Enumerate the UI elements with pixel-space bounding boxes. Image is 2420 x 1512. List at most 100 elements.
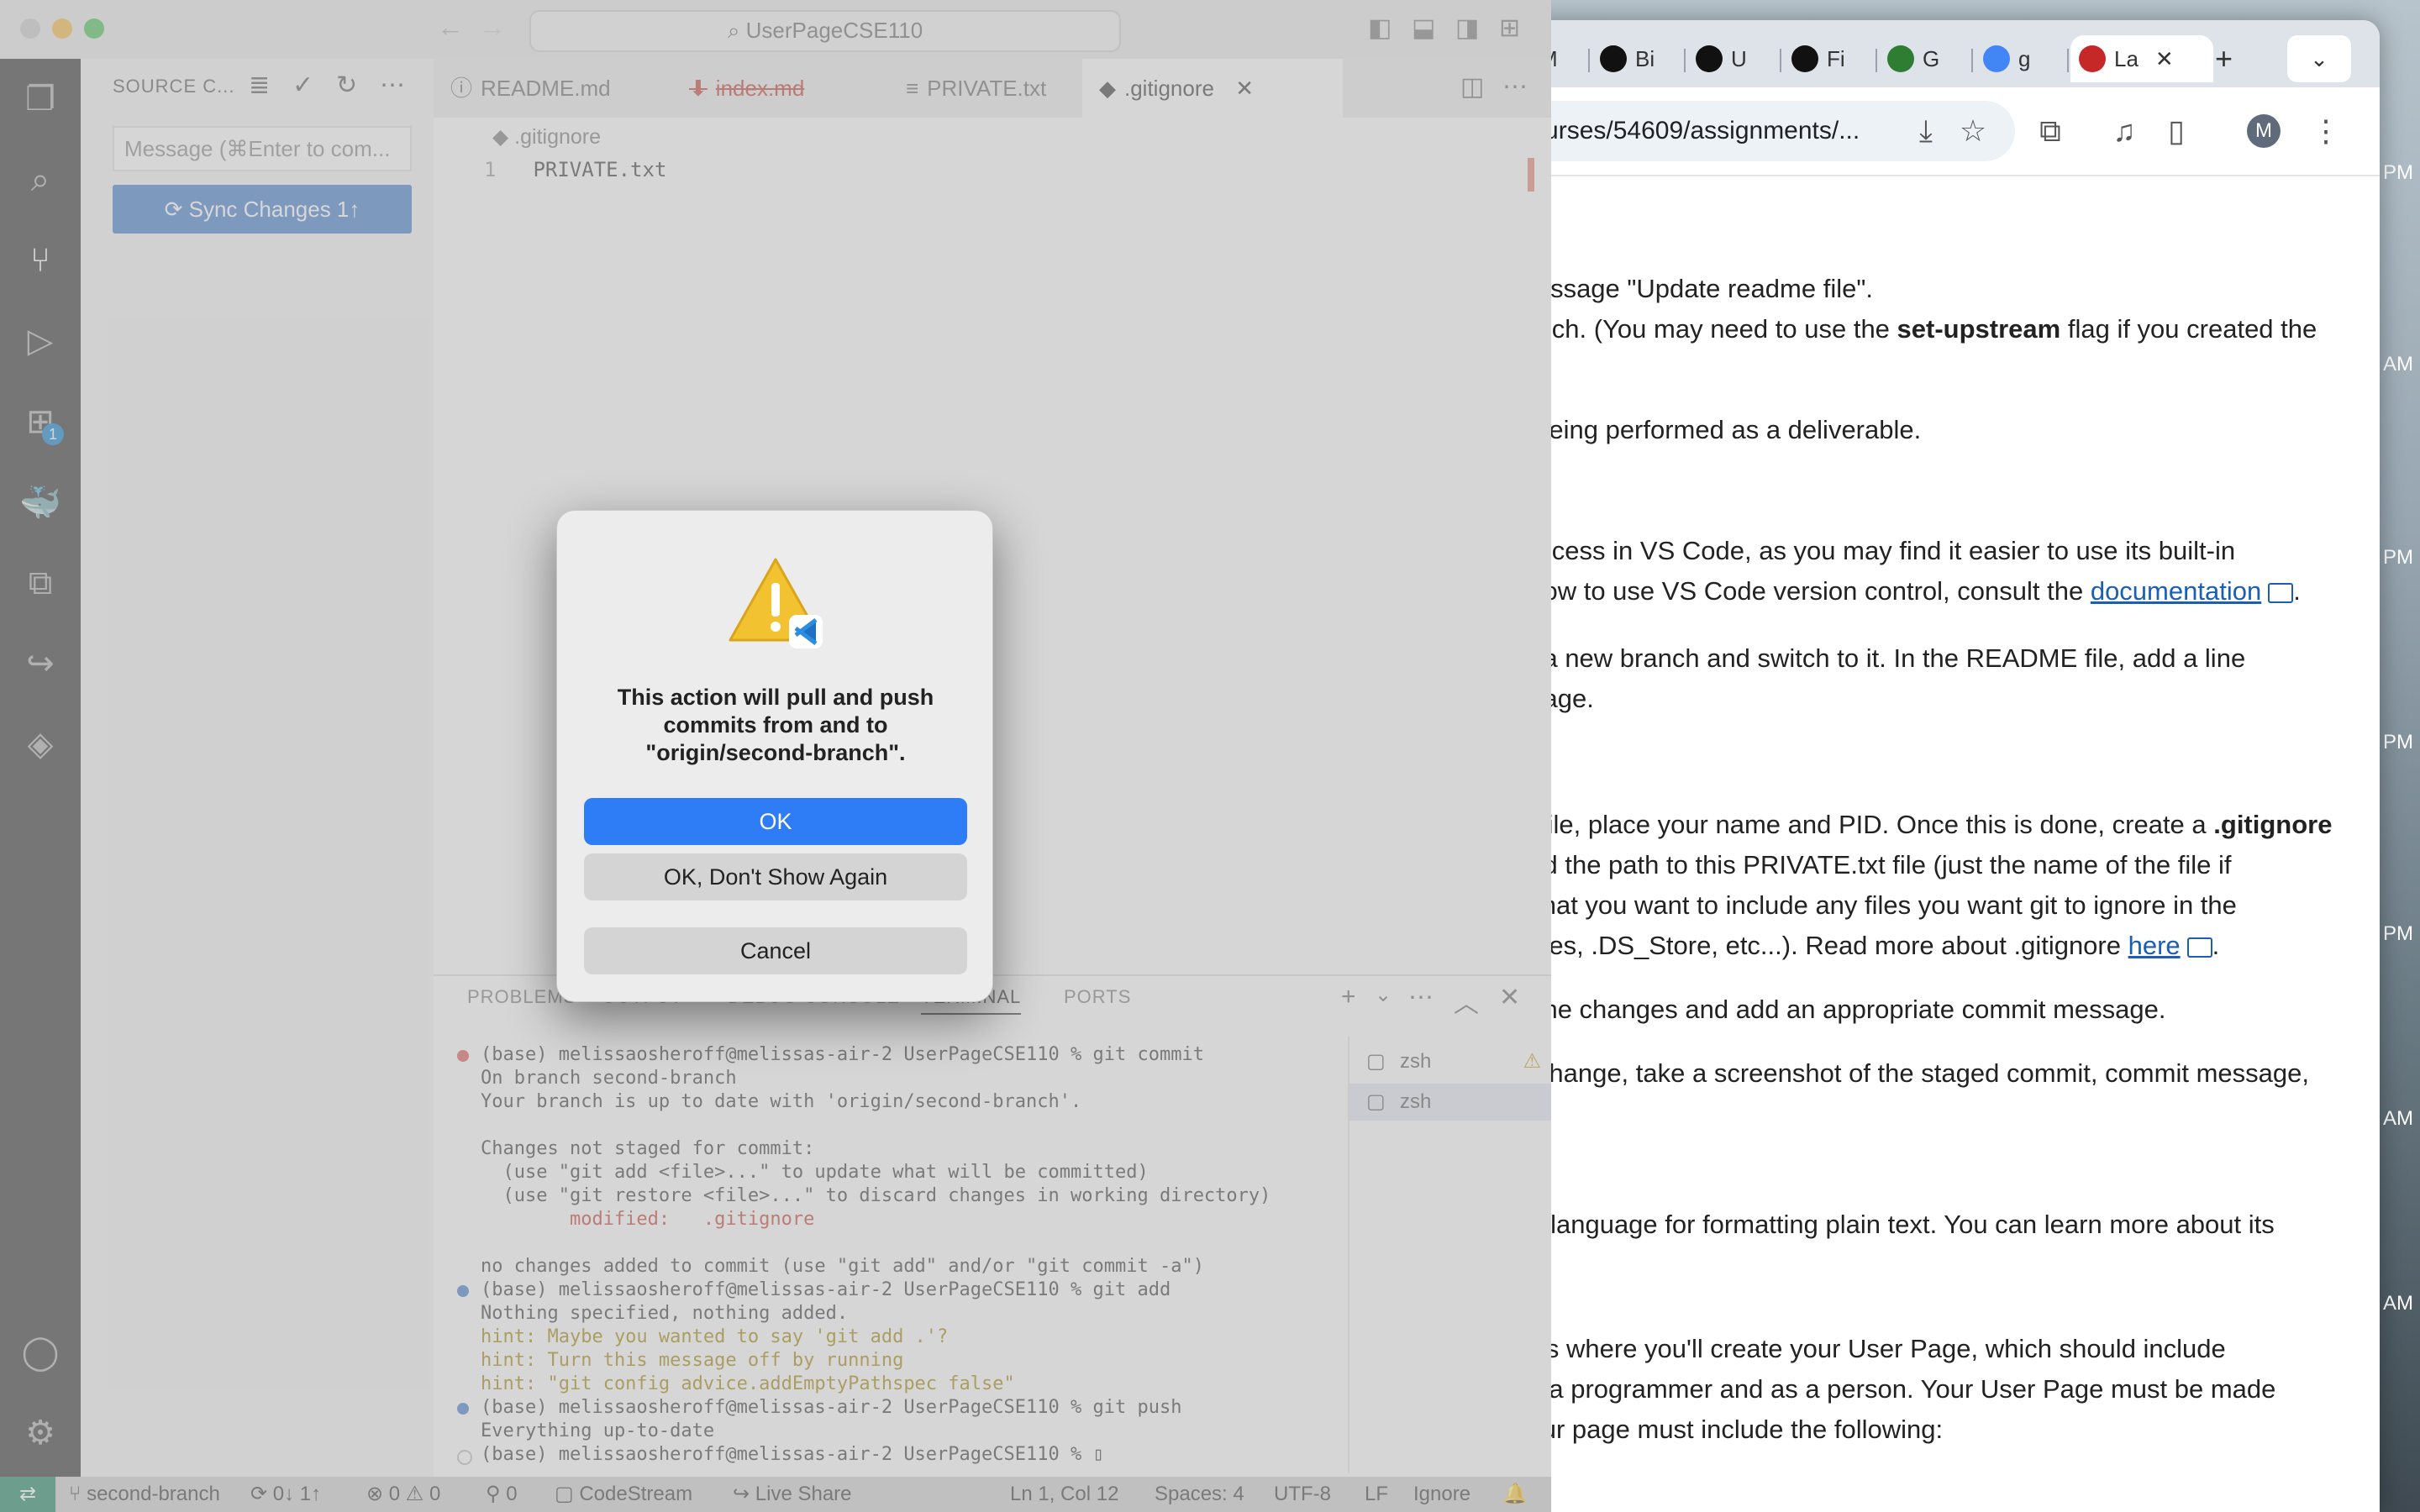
close-window-button[interactable]	[20, 18, 40, 39]
language-mode[interactable]: Ignore	[1413, 1477, 1470, 1512]
profile-avatar[interactable]: M	[2247, 114, 2281, 148]
ok-button[interactable]: OK	[584, 798, 967, 845]
new-terminal-icon[interactable]: +	[1341, 983, 1356, 1011]
terminal-line: (use "git add <file>..." to update what …	[481, 1162, 1149, 1183]
chrome-tab[interactable]: La ✕	[2070, 35, 2213, 82]
codestream-icon[interactable]: ◈	[17, 721, 64, 768]
editor-tab[interactable]: ≡ PRIVATE.txt	[889, 59, 1104, 118]
sync-status[interactable]: ⟳ 0↓ 1↑	[250, 1477, 321, 1512]
tab-search-dropdown-icon[interactable]: ⌄	[2287, 35, 2351, 82]
tab-separator	[2067, 49, 2069, 72]
split-editor-icon[interactable]: ◫	[1460, 72, 1484, 102]
commit-check-icon[interactable]: ✓	[292, 71, 313, 100]
source-control-sidebar: SOURCE C... ≣ ✓ ↻ ⋯ Message (⌘Enter to c…	[81, 59, 434, 1477]
editor-tab[interactable]: ⬇ index.md	[672, 59, 911, 118]
side-panel-icon[interactable]: ▯	[2153, 108, 2200, 155]
vscode-titlebar: ← → ⌕ UserPageCSE110 ◧ ⬓ ◨ ⊞	[0, 0, 1551, 59]
cancel-button[interactable]: Cancel	[584, 927, 967, 974]
editor-tab[interactable]: ◆ .gitignore ✕	[1082, 59, 1343, 118]
ports-status[interactable]: ⚲ 0	[486, 1477, 518, 1512]
command-status-icon[interactable]	[457, 1285, 469, 1297]
panel-tab-ports[interactable]: PORTS	[1064, 986, 1131, 1008]
notifications-bell-icon[interactable]: 🔔	[1502, 1477, 1528, 1512]
sync-confirm-dialog: This action will pull and push commits f…	[556, 510, 993, 1002]
chrome-menu-icon[interactable]: ⋮	[2302, 108, 2349, 155]
page-text: is is where you'll create your User Page…	[1514, 1334, 2226, 1363]
bottom-panel: PROBLEMSOUTPUTDEBUG CONSOLETERMINALPORTS…	[434, 974, 1551, 1477]
editor-tab[interactable]: ⓘ README.md	[434, 59, 694, 118]
chrome-tab-label: Fi	[1827, 45, 1845, 71]
terminal-instance[interactable]: ▢ zsh	[1349, 1084, 1551, 1121]
commit-message-input[interactable]: Message (⌘Enter to com...	[113, 126, 412, 171]
live-share-status[interactable]: ↪ Live Share	[733, 1477, 852, 1512]
toggle-secondary-sidebar-icon[interactable]: ◨	[1455, 13, 1479, 43]
page-link[interactable]: here	[2128, 931, 2181, 960]
maximize-panel-icon[interactable]: ︿	[1454, 983, 1479, 1020]
code-line[interactable]: 1 PRIVATE.txt	[484, 158, 666, 181]
extensions-icon[interactable]: ⧉	[2027, 108, 2074, 155]
refresh-icon[interactable]: ↻	[336, 71, 357, 100]
page-text: process in VS Code, as you may find it e…	[1514, 536, 2236, 565]
codestream-icon: ▢	[555, 1483, 580, 1505]
toggle-panel-icon[interactable]: ⬓	[1412, 13, 1435, 43]
sync-changes-button[interactable]: ⟳ Sync Changes 1↑	[113, 185, 412, 234]
remote-indicator-icon[interactable]: ⇄	[0, 1477, 55, 1512]
close-panel-icon[interactable]: ✕	[1499, 983, 1520, 1012]
desktop-clock-label: PM	[2383, 546, 2413, 569]
panel-more-icon[interactable]: ⋯	[1408, 983, 1434, 1012]
search-icon[interactable]: ⌕	[17, 156, 64, 203]
docker-icon[interactable]: 🐳	[17, 479, 64, 526]
manage-gear-icon[interactable]: ⚙	[17, 1410, 64, 1457]
live-share-icon[interactable]: ↪	[17, 640, 64, 687]
toggle-sidebar-icon[interactable]: ◧	[1368, 13, 1392, 43]
page-text: ranch. (You may need to use the	[1514, 314, 1897, 344]
new-tab-button[interactable]: +	[2207, 35, 2241, 82]
more-actions-icon[interactable]: ⋯	[380, 71, 405, 100]
command-status-icon[interactable]	[457, 1450, 472, 1465]
terminal-output[interactable]: (base) melissaosheroff@melissas-air-2 Us…	[454, 1043, 1344, 1467]
page-text-line: process in VS Code, as you may find it e…	[1514, 536, 2235, 566]
chrome-tab-label: g	[2018, 45, 2031, 71]
branch-indicator[interactable]: ⑂ second-branch	[69, 1477, 220, 1512]
customize-layout-icon[interactable]: ⊞	[1499, 13, 1520, 43]
source-control-icon[interactable]: ⑂	[17, 237, 64, 284]
page-link[interactable]: documentation	[2091, 576, 2261, 606]
close-tab-icon[interactable]: ✕	[2155, 46, 2174, 72]
terminal-line: no changes added to commit (use "git add…	[481, 1256, 1204, 1277]
accounts-icon[interactable]: ◯	[17, 1329, 64, 1376]
command-center[interactable]: ⌕ UserPageCSE110	[529, 10, 1121, 52]
cursor-position[interactable]: Ln 1, Col 12	[1010, 1477, 1118, 1512]
view-as-tree-icon[interactable]: ≣	[249, 71, 270, 100]
media-control-icon[interactable]: ♫	[2101, 108, 2148, 155]
eol-status[interactable]: LF	[1365, 1477, 1388, 1512]
command-status-icon[interactable]	[457, 1050, 469, 1062]
bookmark-star-icon[interactable]: ☆	[1949, 108, 1996, 155]
chrome-tab-label: La	[2114, 45, 2139, 71]
install-app-icon[interactable]: ⤓	[1902, 108, 1949, 155]
terminal-line: (base) melissaosheroff@melissas-air-2 Us…	[454, 1443, 1344, 1467]
remote-explorer-icon[interactable]: ⧉	[17, 559, 64, 606]
run-debug-icon[interactable]: ▷	[17, 318, 64, 365]
file-type-icon: ≡	[906, 76, 919, 101]
back-arrow-icon[interactable]: ←	[437, 12, 464, 43]
terminal-instance[interactable]: ▢ zsh ⚠	[1349, 1043, 1551, 1080]
encoding-status[interactable]: UTF-8	[1274, 1477, 1331, 1512]
command-status-icon[interactable]	[457, 1403, 469, 1415]
page-text-line: ranch. (You may need to use the set-upst…	[1514, 314, 2317, 344]
editor-more-icon[interactable]: ⋯	[1502, 72, 1528, 102]
forward-arrow-icon[interactable]: →	[479, 12, 506, 43]
page-text-line: e change, take a screenshot of the stage…	[1514, 1058, 2309, 1089]
breadcrumb[interactable]: ◆ .gitignore	[492, 124, 601, 150]
minimize-window-button[interactable]	[52, 18, 72, 39]
ok-dont-show-again-button[interactable]: OK, Don't Show Again	[584, 853, 967, 900]
close-tab-icon[interactable]: ✕	[1229, 76, 1254, 101]
codestream-status[interactable]: ▢ CodeStream	[555, 1477, 692, 1512]
indentation-status[interactable]: Spaces: 4	[1155, 1477, 1244, 1512]
zoom-window-button[interactable]	[84, 18, 104, 39]
problems-status[interactable]: ⊗ 0 ⚠ 0	[366, 1477, 440, 1512]
terminal-dropdown-icon[interactable]: ⌄	[1375, 983, 1392, 1007]
activity-bar: ❐ ⌕ ⑂ ▷ ⊞ 1 🐳 ⧉ ↪ ◈ ◯ ⚙	[0, 59, 81, 1477]
explorer-icon[interactable]: ❐	[17, 76, 64, 123]
line-content: PRIVATE.txt	[533, 158, 667, 181]
